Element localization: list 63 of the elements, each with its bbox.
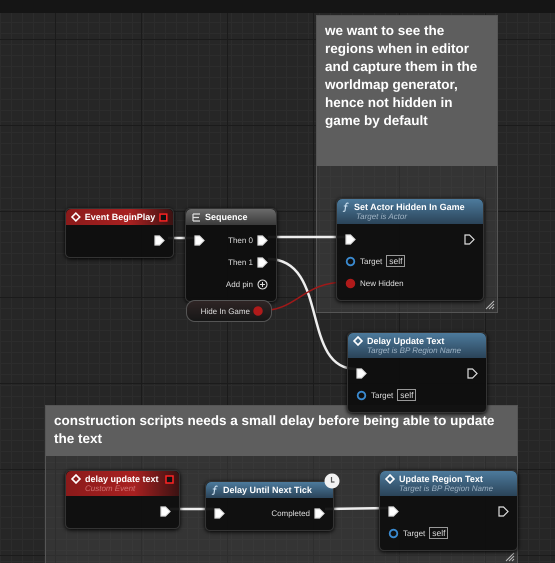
graph-node[interactable]: Delay Until Next Tick Completed [205,481,334,531]
object-pin-icon[interactable] [388,528,399,538]
add-pin-icon[interactable] [257,278,268,290]
exec-pin-icon[interactable] [160,506,171,516]
pin-label: New Hidden [360,278,404,288]
default-value-field[interactable]: self [429,527,448,539]
node-title: Delay Until Next Tick [223,485,312,495]
exec-pin-icon[interactable] [154,234,165,246]
pin-label: Target [360,256,382,266]
node-subtitle: Target is BP Region Name [366,346,462,355]
graph-node[interactable]: Event BeginPlay [65,208,174,258]
default-value-field[interactable]: self [386,255,406,267]
node-subtitle: Target is Actor [355,212,408,221]
delegate-pin-icon[interactable] [159,212,168,222]
sequence-icon [191,212,201,222]
bool-pin-icon[interactable] [253,306,263,316]
exec-pin-icon[interactable] [194,234,205,246]
graph-node[interactable]: Set Actor Hidden In Game Target is Actor Target self New Hidden [336,198,484,301]
function-icon [211,485,219,495]
node-title: Set Actor Hidden In Game [354,202,465,212]
exec-pin-icon[interactable] [467,368,478,378]
exec-pin-icon[interactable] [356,368,367,378]
exec-pin-icon[interactable] [498,506,509,516]
variable-node[interactable]: Hide In Game [186,300,272,322]
exec-pin-icon[interactable] [388,506,399,516]
node-title: delay update text [85,474,159,484]
event-icon [353,336,363,346]
event-icon [71,212,81,222]
object-pin-icon[interactable] [356,390,367,400]
node-subtitle: Custom Event [84,484,136,493]
pin-label: Target [403,528,426,538]
node-title: Update Region Text [399,474,483,484]
node-title: Hide In Game [200,306,250,316]
event-icon [385,474,395,484]
node-title: Sequence [205,212,248,222]
node-title: Event BeginPlay [84,212,156,222]
resize-grip-icon[interactable] [505,552,515,562]
exec-pin-icon[interactable] [345,234,356,244]
pin-label: Then 0 [228,236,253,244]
exec-pin-icon[interactable] [214,508,225,518]
node-subtitle: Target is BP Region Name [398,484,494,493]
graph-node[interactable]: delay update text Custom Event [65,470,180,529]
object-pin-icon[interactable] [345,256,356,266]
graph-node[interactable]: Delay Update Text Target is BP Region Name Target self [347,332,487,413]
pin-label: Then 1 [228,258,253,266]
default-value-field[interactable]: self [397,389,416,401]
graph-node[interactable]: Update Region Text Target is BP Region Name Target self [379,470,518,551]
resize-grip-icon[interactable] [485,300,495,310]
exec-pin-icon[interactable] [314,508,325,518]
pin-label: Completed [271,508,310,518]
pin-label: Add pin [226,280,253,288]
delegate-pin-icon[interactable] [165,474,174,484]
exec-pin-icon[interactable] [257,234,268,246]
node-title: Delay Update Text [367,336,444,346]
bool-pin-icon[interactable] [345,278,356,288]
exec-pin-icon[interactable] [257,256,268,268]
comment-text: construction scripts needs a small delay before being able to update the text [54,413,494,446]
exec-pin-icon[interactable] [464,234,475,244]
event-icon [71,474,81,484]
function-icon [342,202,350,212]
pin-label: Target [371,390,394,400]
comment-text: we want to see the regions when in editor and capture them in the worldmap generator, hence not hidden in game by default [325,23,478,128]
graph-node[interactable]: Sequence Then 0 Then 1 Add pin [185,208,277,302]
